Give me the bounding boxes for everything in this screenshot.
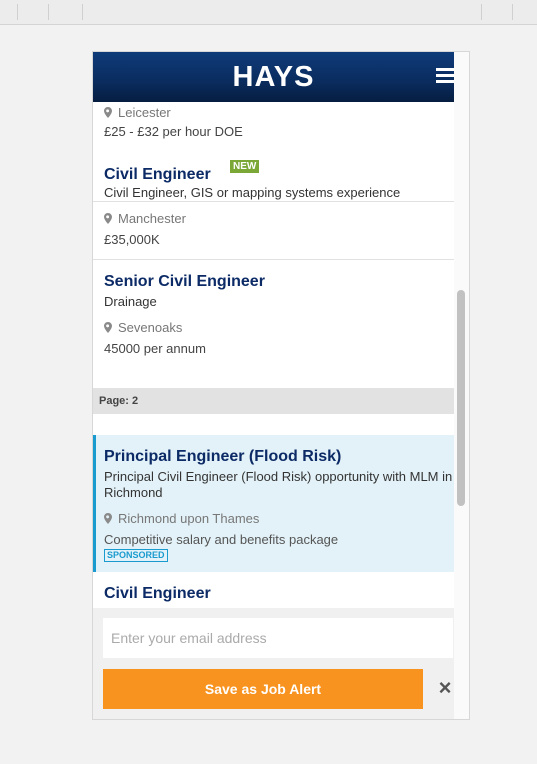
job-location-text: Richmond upon Thames (118, 511, 260, 526)
site-header: HAYS (93, 52, 454, 102)
job-salary: £25 - £32 per hour DOE (104, 124, 243, 139)
toolbar-divider (481, 4, 482, 20)
job-title[interactable]: Civil Engineer (104, 585, 211, 603)
job-location: Manchester (104, 211, 186, 226)
job-location: Sevenoaks (104, 320, 182, 335)
save-job-alert-button[interactable]: Save as Job Alert (103, 669, 423, 709)
location-pin-icon (104, 513, 112, 524)
toolbar-divider (512, 4, 513, 20)
job-card[interactable]: Civil Engineer NEW Civil Engineer, GIS o… (93, 152, 454, 260)
hamburger-menu-icon[interactable] (436, 68, 454, 84)
browser-toolbar (0, 0, 537, 25)
location-pin-icon (104, 213, 112, 224)
mobile-viewport: HAYS Leicester £25 - £32 per hour DOE Ci… (92, 51, 470, 720)
location-pin-icon (104, 107, 112, 118)
toolbar-divider (17, 4, 18, 20)
job-title[interactable]: Principal Engineer (Flood Risk) (104, 448, 341, 466)
job-salary: Competitive salary and benefits package (104, 532, 339, 547)
sponsored-badge: SPONSORED (104, 549, 168, 562)
job-location: Leicester (104, 105, 171, 120)
job-salary: 45000 per annum (104, 341, 206, 356)
toolbar-divider (48, 4, 49, 20)
job-results-list: Leicester £25 - £32 per hour DOE Civil E… (93, 102, 454, 662)
location-pin-icon (104, 322, 112, 333)
page-label: Page: 2 (99, 395, 139, 407)
job-location-text: Manchester (118, 211, 186, 226)
page-indicator: Page: 2 (93, 388, 454, 414)
toolbar-divider (82, 4, 83, 20)
email-field[interactable] (103, 618, 453, 658)
sponsored-job-card[interactable]: Principal Engineer (Flood Risk) Principa… (93, 435, 454, 572)
job-title[interactable]: Civil Engineer (104, 166, 211, 184)
job-card[interactable]: Senior Civil Engineer Drainage Sevenoaks… (93, 260, 454, 390)
job-title[interactable]: Senior Civil Engineer (104, 273, 265, 291)
job-description: Civil Engineer, GIS or mapping systems e… (104, 185, 401, 200)
new-badge: NEW (230, 160, 260, 173)
close-icon[interactable]: × (437, 677, 453, 699)
hays-logo[interactable]: HAYS (93, 61, 454, 94)
job-description: Drainage (104, 294, 157, 309)
scrollbar-thumb[interactable] (457, 290, 465, 506)
job-description: Principal Civil Engineer (Flood Risk) op… (104, 469, 453, 500)
job-location-text: Sevenoaks (118, 320, 183, 335)
job-location-text: Leicester (118, 105, 171, 120)
job-salary: £35,000K (104, 232, 160, 247)
job-location: Richmond upon Thames (104, 511, 259, 526)
